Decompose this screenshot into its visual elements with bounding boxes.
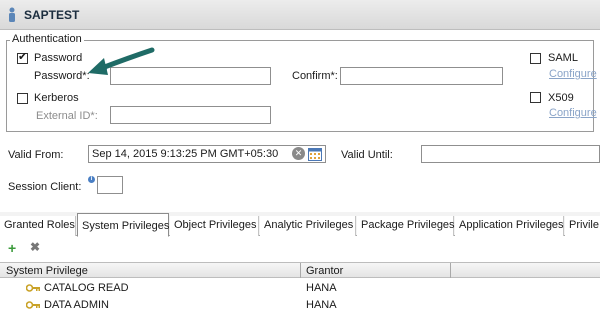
- valid-from-label: Valid From:: [8, 149, 64, 161]
- privileges-table-header: System Privilege Grantor: [0, 262, 600, 278]
- info-icon: i: [88, 176, 95, 183]
- user-icon: [9, 7, 15, 22]
- saml-configure-link[interactable]: Configure: [549, 68, 597, 80]
- clear-icon[interactable]: ✕: [292, 147, 305, 160]
- tab-application-privileges[interactable]: Application Privileges: [455, 216, 564, 236]
- external-id-label: External ID*:: [36, 110, 98, 122]
- session-client-label: Session Client:: [8, 181, 82, 193]
- x509-configure-link[interactable]: Configure: [549, 107, 597, 119]
- external-id-input[interactable]: [110, 106, 271, 124]
- saml-label: SAML: [548, 52, 578, 64]
- tab-package-privileges[interactable]: Package Privileges: [357, 216, 455, 236]
- grantor-name: HANA: [306, 282, 337, 294]
- tab-system-privileges[interactable]: System Privileges: [77, 213, 169, 237]
- authentication-legend: Authentication: [10, 33, 84, 45]
- column-system-privilege[interactable]: System Privilege: [6, 265, 88, 277]
- window-title: SAPTEST: [24, 8, 80, 22]
- column-divider[interactable]: [300, 263, 301, 278]
- remove-icon[interactable]: ✖: [30, 240, 40, 254]
- kerberos-checkbox[interactable]: [17, 93, 28, 104]
- column-divider[interactable]: [450, 263, 451, 278]
- grantor-name: HANA: [306, 299, 337, 311]
- key-icon: [26, 301, 40, 309]
- tab-object-privileges[interactable]: Object Privileges: [170, 216, 259, 236]
- tab-privileges-more[interactable]: Privile: [565, 216, 600, 236]
- password-checkbox[interactable]: ✔: [17, 51, 28, 64]
- table-row[interactable]: CATALOG READ HANA: [0, 280, 600, 296]
- x509-checkbox[interactable]: [530, 92, 541, 103]
- arrow-annotation: [88, 47, 155, 75]
- tab-analytic-privileges[interactable]: Analytic Privileges: [260, 216, 356, 236]
- key-icon: [26, 284, 40, 292]
- add-icon[interactable]: +: [8, 240, 16, 256]
- valid-until-label: Valid Until:: [341, 149, 393, 161]
- session-client-input[interactable]: [97, 176, 123, 194]
- checkmark-icon: ✔: [18, 51, 28, 63]
- tab-granted-roles[interactable]: Granted Roles: [0, 216, 76, 236]
- privilege-name: CATALOG READ: [44, 282, 129, 294]
- password-checkbox-label: Password: [34, 52, 83, 64]
- confirm-input[interactable]: [340, 67, 503, 85]
- valid-from-input[interactable]: Sep 14, 2015 9:13:25 PM GMT+05:30: [88, 145, 326, 163]
- table-row[interactable]: DATA ADMIN HANA: [0, 297, 600, 313]
- calendar-icon[interactable]: [308, 147, 322, 161]
- column-grantor[interactable]: Grantor: [306, 265, 343, 277]
- confirm-label: Confirm*:: [292, 70, 338, 82]
- saml-checkbox[interactable]: [530, 53, 541, 64]
- privilege-name: DATA ADMIN: [44, 299, 109, 311]
- kerberos-label: Kerberos: [34, 92, 79, 104]
- title-bar: SAPTEST: [0, 0, 600, 30]
- x509-label: X509: [548, 92, 574, 104]
- valid-until-input[interactable]: [421, 145, 600, 163]
